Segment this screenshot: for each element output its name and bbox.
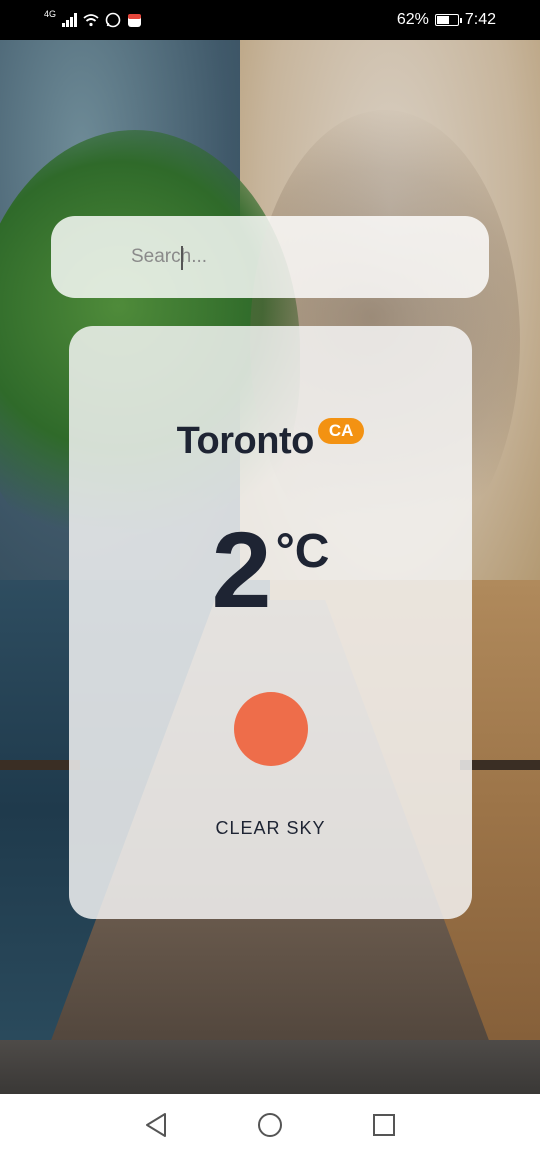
country-badge: CA bbox=[317, 418, 365, 444]
back-icon[interactable] bbox=[142, 1111, 170, 1139]
wifi-icon bbox=[83, 14, 99, 27]
weather-card: Toronto CA 2 °C CLEAR SKY bbox=[69, 326, 472, 919]
network-type: 4G bbox=[44, 9, 57, 19]
temperature-unit: °C bbox=[275, 525, 330, 578]
navigation-bar bbox=[0, 1094, 540, 1156]
status-left: 4G bbox=[44, 9, 142, 28]
bridge-rail-left bbox=[0, 760, 80, 1020]
recents-icon[interactable] bbox=[370, 1111, 398, 1139]
search-input[interactable] bbox=[131, 246, 451, 268]
clock: 7:42 bbox=[464, 11, 496, 28]
bridge-rail-right bbox=[460, 760, 540, 1020]
temperature-row: 2 °C bbox=[69, 516, 472, 624]
text-caret bbox=[181, 246, 183, 270]
weather-condition: CLEAR SKY bbox=[215, 818, 326, 838]
home-icon[interactable] bbox=[256, 1111, 284, 1139]
status-bar: 4G 62% 7:42 bbox=[0, 0, 540, 40]
city-name: Toronto bbox=[176, 420, 315, 462]
search-bar[interactable] bbox=[51, 216, 489, 298]
whatsapp-icon bbox=[105, 12, 121, 28]
sun-icon bbox=[234, 692, 308, 766]
signal-icon bbox=[62, 13, 78, 27]
ground bbox=[0, 1040, 540, 1094]
temperature-value: 2 bbox=[211, 509, 272, 630]
status-right: 62% 7:42 bbox=[397, 11, 496, 29]
notification-app-icon bbox=[128, 13, 142, 27]
battery-percent: 62% bbox=[396, 11, 429, 28]
location-row: Toronto CA bbox=[69, 418, 472, 463]
battery-icon bbox=[434, 14, 462, 26]
